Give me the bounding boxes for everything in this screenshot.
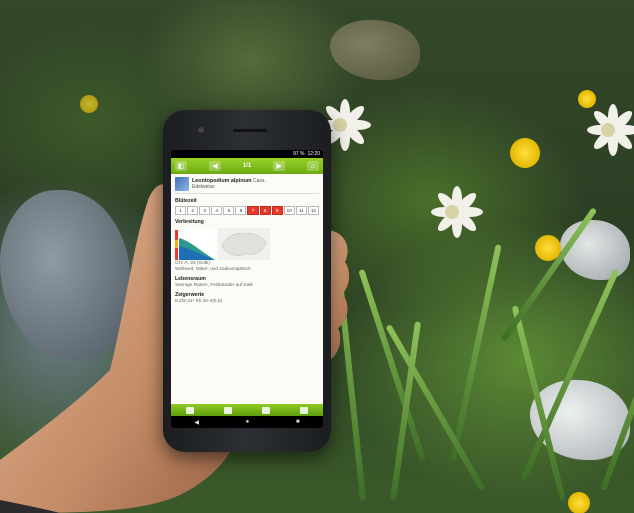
common-name: Edelweiss xyxy=(192,184,215,190)
bloom-month: 4 xyxy=(211,206,223,215)
nav-home-icon[interactable]: ● xyxy=(246,419,250,425)
species-header: Leontopodium alpinum Cass. Edelweiss xyxy=(175,177,319,194)
habitat-text: Steinige Rasen, Felsbänder auf Kalk xyxy=(175,283,253,288)
nav-back-icon[interactable]: ◀ xyxy=(194,419,199,426)
phone-screen: 97 % 12:20 ◧ ◀ 1/1 ▶ ⌂ Leontopodium alpi… xyxy=(171,150,323,428)
species-thumbnail[interactable] xyxy=(175,177,189,191)
front-camera xyxy=(198,127,204,133)
distribution-map xyxy=(218,228,270,260)
species-author: Cass. xyxy=(252,178,266,184)
indicator-title: Zeigerwerte xyxy=(175,292,205,298)
info-icon[interactable] xyxy=(300,406,308,414)
distribution-ch: CH: A, 25 (Golk) xyxy=(175,261,210,266)
bloom-month: 8 xyxy=(259,206,271,215)
bloom-title: Blütezeit xyxy=(175,198,197,204)
bloom-month: 1 xyxy=(175,206,187,215)
bloom-month: 7 xyxy=(247,206,259,215)
edelweiss-flower xyxy=(578,100,634,160)
home-icon[interactable]: ⌂ xyxy=(306,161,319,171)
status-bar: 97 % 12:20 xyxy=(171,150,323,158)
yellow-flower xyxy=(510,138,540,168)
distribution-title: Verbreitung xyxy=(175,219,204,225)
bloom-month: 10 xyxy=(283,206,295,215)
bloom-month: 2 xyxy=(187,206,199,215)
habitat-title: Lebensraum xyxy=(175,276,206,282)
pager: 1/1 xyxy=(242,163,252,169)
bloom-month: 6 xyxy=(235,206,247,215)
flower-icon[interactable] xyxy=(262,406,270,414)
distribution-graphics xyxy=(175,228,319,260)
back-icon[interactable]: ◧ xyxy=(175,161,187,171)
list-icon[interactable] xyxy=(224,406,232,414)
species-detail: Leontopodium alpinum Cass. Edelweiss Blü… xyxy=(171,174,323,307)
bloom-month: 3 xyxy=(199,206,211,215)
yellow-flower xyxy=(535,235,561,261)
indicator-text: 8.2f2-41* Kk 2e-4(6.5) xyxy=(175,299,223,304)
yellow-flower xyxy=(568,492,590,513)
bloom-month: 12 xyxy=(307,206,319,215)
bloom-months: 1 2 3 4 5 6 7 8 9 10 11 12 xyxy=(175,206,319,215)
search-icon[interactable] xyxy=(186,406,194,414)
edelweiss-flower xyxy=(425,185,483,239)
app-toolbar: ◧ ◀ 1/1 ▶ ⌂ xyxy=(171,158,323,174)
clock: 12:20 xyxy=(307,151,320,157)
next-arrow-icon[interactable]: ▶ xyxy=(273,161,286,171)
earpiece xyxy=(233,129,267,132)
nav-recent-icon[interactable]: ■ xyxy=(296,419,300,425)
distribution-world: Weltweit: Mittel- und südeuropäisch xyxy=(175,267,251,272)
bloom-month: 5 xyxy=(223,206,235,215)
bloom-month: 9 xyxy=(271,206,283,215)
bloom-month: 11 xyxy=(295,206,307,215)
bottom-tab-bar xyxy=(171,404,323,416)
yellow-flower xyxy=(578,90,596,108)
yellow-flower xyxy=(80,95,98,113)
android-nav-bar: ◀ ● ■ xyxy=(171,416,323,428)
prev-arrow-icon[interactable]: ◀ xyxy=(208,161,221,171)
smartphone: 97 % 12:20 ◧ ◀ 1/1 ▶ ⌂ Leontopodium alpi… xyxy=(163,110,331,452)
battery-level: 97 % xyxy=(293,151,305,157)
altitude-chart xyxy=(175,230,215,260)
